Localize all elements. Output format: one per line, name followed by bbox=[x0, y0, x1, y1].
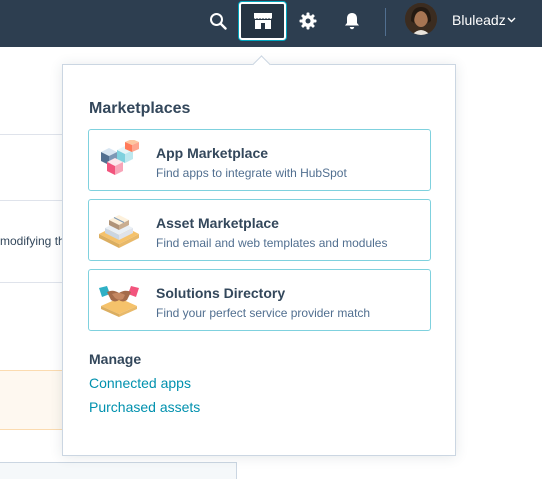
handshake-icon bbox=[99, 286, 139, 317]
solutions-directory-card[interactable]: Solutions Directory Find your perfect se… bbox=[88, 269, 431, 331]
app-marketplace-card[interactable]: App Marketplace Find apps to integrate w… bbox=[88, 129, 431, 191]
asset-marketplace-title: Asset Marketplace bbox=[156, 215, 279, 231]
background-divider bbox=[0, 282, 64, 283]
background-footer bbox=[0, 462, 237, 479]
background-text: modifying th bbox=[0, 234, 62, 248]
background-divider bbox=[0, 134, 64, 135]
background-alert bbox=[0, 370, 64, 430]
solutions-directory-description: Find your perfect service provider match bbox=[156, 306, 371, 320]
top-navigation-bar: Bluleadz bbox=[0, 0, 542, 47]
notifications-button[interactable] bbox=[330, 4, 374, 38]
app-marketplace-title: App Marketplace bbox=[156, 145, 269, 161]
marketplace-button[interactable] bbox=[239, 2, 286, 40]
search-button[interactable] bbox=[196, 4, 240, 38]
account-name[interactable]: Bluleadz bbox=[452, 12, 506, 28]
app-blocks-icon bbox=[101, 140, 139, 175]
nav-divider bbox=[385, 8, 386, 36]
marketplaces-heading: Marketplaces bbox=[89, 100, 191, 117]
settings-button[interactable] bbox=[286, 4, 330, 38]
manage-heading: Manage bbox=[89, 351, 142, 367]
avatar[interactable] bbox=[405, 3, 437, 35]
asset-marketplace-card[interactable]: Asset Marketplace Find email and web tem… bbox=[88, 199, 431, 261]
solutions-directory-title: Solutions Directory bbox=[156, 285, 286, 301]
gear-icon bbox=[299, 12, 317, 30]
user-photo bbox=[405, 3, 437, 35]
purchased-assets-link[interactable]: Purchased assets bbox=[89, 399, 200, 415]
marketplace-dropdown: Marketplaces App Marketplace Find apps t… bbox=[62, 64, 456, 456]
app-marketplace-description: Find apps to integrate with HubSpot bbox=[156, 166, 347, 180]
background-divider bbox=[0, 200, 64, 201]
search-icon bbox=[210, 13, 227, 30]
asset-marketplace-description: Find email and web templates and modules bbox=[156, 236, 388, 250]
chevron-down-icon[interactable] bbox=[507, 17, 516, 23]
bell-icon bbox=[345, 13, 359, 30]
connected-apps-link[interactable]: Connected apps bbox=[89, 375, 191, 391]
marketplace-icon bbox=[253, 13, 272, 29]
asset-boxes-icon bbox=[99, 215, 139, 248]
